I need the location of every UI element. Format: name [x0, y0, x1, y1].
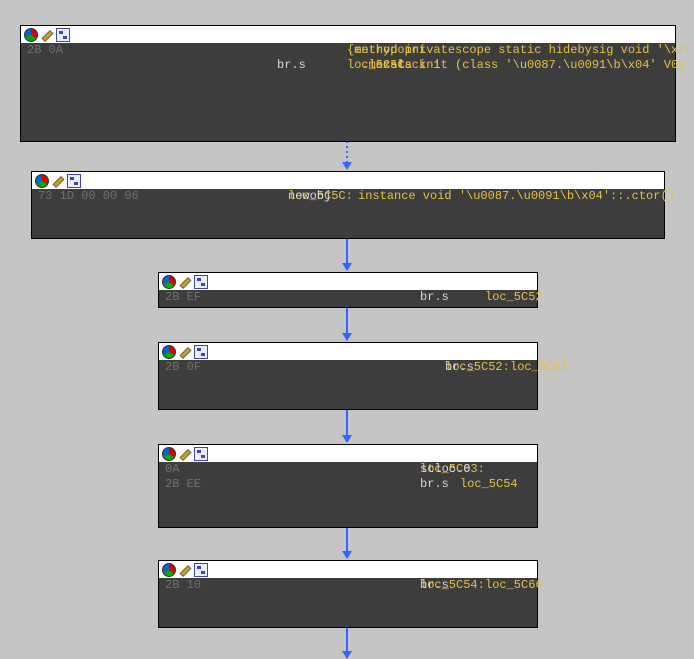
mnemonic: br.s: [420, 477, 449, 492]
code-line[interactable]: 2B 0Fbr.sloc_5C63: [159, 360, 537, 375]
code-block[interactable]: loc_5C63:0Astloc.02B EEbr.sloc_5C54: [158, 444, 538, 528]
operand: loc_5C52: [485, 290, 543, 305]
flow-arrow: [346, 527, 348, 558]
graph-icon[interactable]: [194, 345, 208, 359]
graph-icon[interactable]: [194, 563, 208, 577]
code-line[interactable]: 2B 10br.sloc_5C66: [159, 578, 537, 593]
code-block[interactable]: loc_5C54:2B 10br.sloc_5C66: [158, 560, 538, 628]
flow-arrow: [346, 627, 348, 658]
swatch-icon[interactable]: [162, 447, 176, 461]
block-header: [159, 561, 537, 578]
edit-icon[interactable]: [178, 345, 192, 359]
operand: loc_5C5C: [347, 58, 405, 73]
code-line[interactable]: 2B 0A .entrypoint: [21, 43, 675, 58]
operand: instance void '\u0087.\u0091\b\x04'::.ct…: [358, 189, 675, 204]
mnemonic: br.s: [277, 58, 306, 73]
edit-icon[interactable]: [178, 563, 192, 577]
edit-icon[interactable]: [51, 174, 65, 188]
bytecode: 2B 10: [165, 578, 295, 593]
code-line[interactable]: 73 1D 00 00 06newobjinstance void '\u008…: [32, 189, 664, 204]
operand: .entrypoint: [347, 43, 426, 58]
code-block[interactable]: loc_5C52:2B 0Fbr.sloc_5C63: [158, 342, 538, 410]
bytecode: 2B 0F: [165, 360, 295, 375]
operand: loc_5C63: [510, 360, 568, 375]
swatch-icon[interactable]: [162, 275, 176, 289]
mnemonic: br.s: [420, 578, 449, 593]
code-line[interactable]: 2B EFbr.sloc_5C52: [159, 290, 537, 305]
flow-arrow: [346, 409, 348, 442]
swatch-icon[interactable]: [24, 28, 38, 42]
graph-icon[interactable]: [194, 447, 208, 461]
code-block[interactable]: loc_5C5C:73 1D 00 00 06newobjinstance vo…: [31, 171, 665, 239]
code-line[interactable]: 0A stloc.0: [159, 462, 537, 477]
mnemonic: stloc.0: [420, 462, 470, 477]
block-header: [159, 273, 537, 290]
flow-arrow: [346, 238, 348, 270]
block-header: [159, 445, 537, 462]
bytecode: 73 1D 00 00 06: [38, 189, 168, 204]
code-line[interactable]: 2B EE br.s loc_5C54: [159, 477, 537, 492]
bytecode: 2B EF: [165, 290, 295, 305]
block-header: [159, 343, 537, 360]
bytecode: 0A: [165, 462, 295, 477]
mnemonic: br.s: [420, 290, 449, 305]
block-header: [32, 172, 664, 189]
operand: loc_5C54: [460, 477, 518, 492]
graph-icon[interactable]: [67, 174, 81, 188]
mnemonic: newobj: [288, 189, 331, 204]
code-block[interactable]: 2B EFbr.sloc_5C52: [158, 272, 538, 308]
operand: loc_5C66: [485, 578, 543, 593]
flow-arrow: [346, 141, 348, 169]
swatch-icon[interactable]: [35, 174, 49, 188]
code-block[interactable]: .method privatescope static hidebysig vo…: [20, 25, 676, 142]
graph-icon[interactable]: [194, 275, 208, 289]
edit-icon[interactable]: [40, 28, 54, 42]
bytecode: 2B 0A: [27, 43, 157, 58]
flow-arrow: [346, 307, 348, 340]
block-header: [21, 26, 675, 43]
graph-icon[interactable]: [56, 28, 70, 42]
swatch-icon[interactable]: [162, 345, 176, 359]
edit-icon[interactable]: [178, 275, 192, 289]
swatch-icon[interactable]: [162, 563, 176, 577]
bytecode: 2B EE: [165, 477, 295, 492]
edit-icon[interactable]: [178, 447, 192, 461]
mnemonic: br.s: [445, 360, 474, 375]
